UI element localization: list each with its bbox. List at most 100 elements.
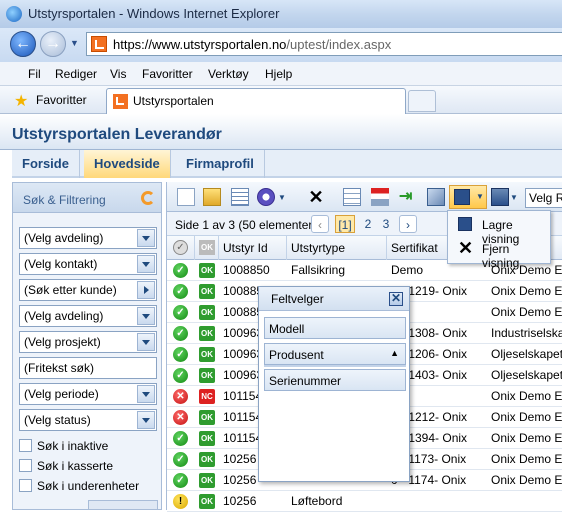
status-err-icon: ✕: [173, 389, 188, 404]
department-value-2: (Velg avdeling): [24, 309, 104, 323]
view-save-button[interactable]: ▼: [449, 185, 487, 209]
cell-owner: Industriselskape: [491, 326, 562, 340]
tab-hovedside[interactable]: Hovedside: [84, 150, 171, 178]
status-value: (Velg status): [24, 413, 91, 427]
field-serienummer[interactable]: Serienummer: [264, 369, 406, 391]
new-document-icon[interactable]: [177, 188, 195, 206]
customer-value: (Søk etter kunde): [24, 283, 117, 297]
tab-firmaprofil[interactable]: Firmaprofil: [176, 150, 265, 178]
chevron-down-icon[interactable]: [137, 411, 155, 429]
main-nav: Forside Hovedside Firmaprofil: [12, 150, 562, 178]
freetext-value: (Fritekst søk): [24, 361, 94, 375]
delete-icon[interactable]: ✕: [307, 188, 325, 206]
department-select-2[interactable]: (Velg avdeling): [19, 305, 157, 327]
next-page-icon[interactable]: ›: [399, 215, 417, 233]
new-tab-button[interactable]: [408, 90, 436, 112]
url-text: https://www.utstyrsportalen.no/uptest/in…: [113, 37, 392, 52]
chevron-down-icon[interactable]: ▼: [510, 193, 518, 202]
table-icon[interactable]: [231, 188, 249, 206]
refresh-icon[interactable]: [141, 191, 155, 205]
flag-icon[interactable]: [371, 188, 389, 206]
department-value: (Velg avdeling): [24, 231, 104, 245]
ie-logo-icon: [6, 6, 22, 22]
table-row[interactable]: ! OK 10256 Løftebord: [167, 491, 562, 512]
forward-button[interactable]: →: [40, 31, 66, 57]
favorites-star-icon[interactable]: ★: [14, 91, 28, 111]
window-title: Utstyrsportalen - Windows Internet Explo…: [28, 6, 280, 21]
menu-fil[interactable]: Fil: [28, 67, 41, 81]
open-folder-icon[interactable]: [203, 188, 221, 206]
subunits-label: Søk i underenheter: [37, 479, 140, 493]
status-ok-icon: ✓: [173, 263, 188, 278]
approval-badge: OK: [199, 368, 215, 383]
add-row-icon[interactable]: ⇥: [399, 188, 417, 206]
divider: [264, 365, 406, 367]
approval-badge: OK: [199, 263, 215, 278]
approval-badge: NC: [199, 389, 215, 404]
prev-page-icon[interactable]: ‹: [311, 215, 329, 233]
save-view-item[interactable]: Lagre visning: [452, 214, 548, 246]
type-column-header[interactable]: Utstyrtype: [287, 236, 387, 260]
menu-vis[interactable]: Vis: [110, 67, 126, 81]
export-icon[interactable]: [427, 188, 445, 206]
chevron-down-icon[interactable]: [137, 385, 155, 403]
menu-verktoy[interactable]: Verktøy: [208, 67, 249, 81]
remove-view-item[interactable]: ✕ Fjern visning: [452, 238, 548, 270]
tab-title: Utstyrsportalen: [133, 94, 214, 108]
tab-forside[interactable]: Forside: [12, 150, 80, 178]
grid-toolbar: ▼ ✕ ⇥ ▼ ▼ Velg Ra: [167, 182, 562, 212]
back-button[interactable]: ←: [10, 31, 36, 57]
period-select[interactable]: (Velg periode): [19, 383, 157, 405]
ok-column-header[interactable]: OK: [195, 236, 219, 260]
settings-icon[interactable]: [257, 188, 275, 206]
field-picker-dialog: Feltvelger ✕ Modell Produsent ▲ Serienumm…: [258, 286, 410, 482]
browser-tab[interactable]: Utstyrsportalen: [106, 88, 406, 114]
view-context-menu: Lagre visning ✕ Fjern visning: [447, 210, 551, 270]
view-select[interactable]: Velg Ra: [525, 188, 562, 208]
cell-owner: Onix Demo Expr: [491, 284, 562, 298]
freetext-input[interactable]: (Fritekst søk): [19, 357, 157, 379]
chevron-right-icon[interactable]: [137, 281, 155, 299]
chevron-down-icon[interactable]: [137, 229, 155, 247]
menu-favoritter[interactable]: Favoritter: [142, 67, 193, 81]
status-ok-icon: ✓: [173, 305, 188, 320]
close-icon[interactable]: ✕: [389, 292, 403, 306]
cell-owner: [487, 491, 562, 512]
status-column-header[interactable]: ✓: [167, 236, 195, 260]
id-column-header[interactable]: Utstyr Id: [219, 236, 287, 260]
project-select[interactable]: (Velg prosjekt): [19, 331, 157, 353]
list-icon[interactable]: [343, 188, 361, 206]
field-serienummer-label: Serienummer: [269, 374, 342, 388]
favorites-button[interactable]: Favoritter: [36, 93, 87, 107]
field-produsent[interactable]: Produsent ▲: [264, 343, 406, 365]
checkbox-box[interactable]: [19, 439, 32, 452]
chevron-down-icon[interactable]: [137, 333, 155, 351]
columns-icon[interactable]: [491, 188, 509, 206]
remove-icon: ✕: [458, 238, 474, 258]
url-field[interactable]: https://www.utstyrsportalen.no/uptest/in…: [86, 32, 562, 56]
page-2-button[interactable]: 2: [361, 215, 375, 233]
chevron-down-icon: ▼: [476, 192, 484, 201]
checkbox-box[interactable]: [19, 459, 32, 472]
pager-summary: Side 1 av 3 (50 elementer): [175, 218, 317, 232]
chevron-up-icon[interactable]: ▲: [390, 348, 399, 358]
save-views-icon: [454, 189, 470, 205]
chevron-down-icon[interactable]: [137, 307, 155, 325]
contact-select[interactable]: (Velg kontakt): [19, 253, 157, 275]
checkbox-box[interactable]: [19, 479, 32, 492]
chevron-down-icon[interactable]: [137, 255, 155, 273]
menu-hjelp[interactable]: Hjelp: [265, 67, 292, 81]
field-modell[interactable]: Modell: [264, 317, 406, 339]
page-3-button[interactable]: 3: [379, 215, 393, 233]
chevron-down-icon[interactable]: ▼: [278, 193, 286, 202]
customer-search[interactable]: (Søk etter kunde): [19, 279, 157, 301]
history-dropdown-icon[interactable]: ▼: [70, 38, 79, 48]
status-ok-icon: ✓: [173, 452, 188, 467]
sidebar-scrollbar[interactable]: [88, 500, 158, 510]
department-select[interactable]: (Velg avdeling): [19, 227, 157, 249]
menu-rediger[interactable]: Rediger: [55, 67, 97, 81]
page-1-button[interactable]: [1]: [335, 215, 355, 233]
approval-badge: OK: [199, 326, 215, 341]
status-select[interactable]: (Velg status): [19, 409, 157, 431]
field-picker-title: Feltvelger: [271, 292, 324, 306]
